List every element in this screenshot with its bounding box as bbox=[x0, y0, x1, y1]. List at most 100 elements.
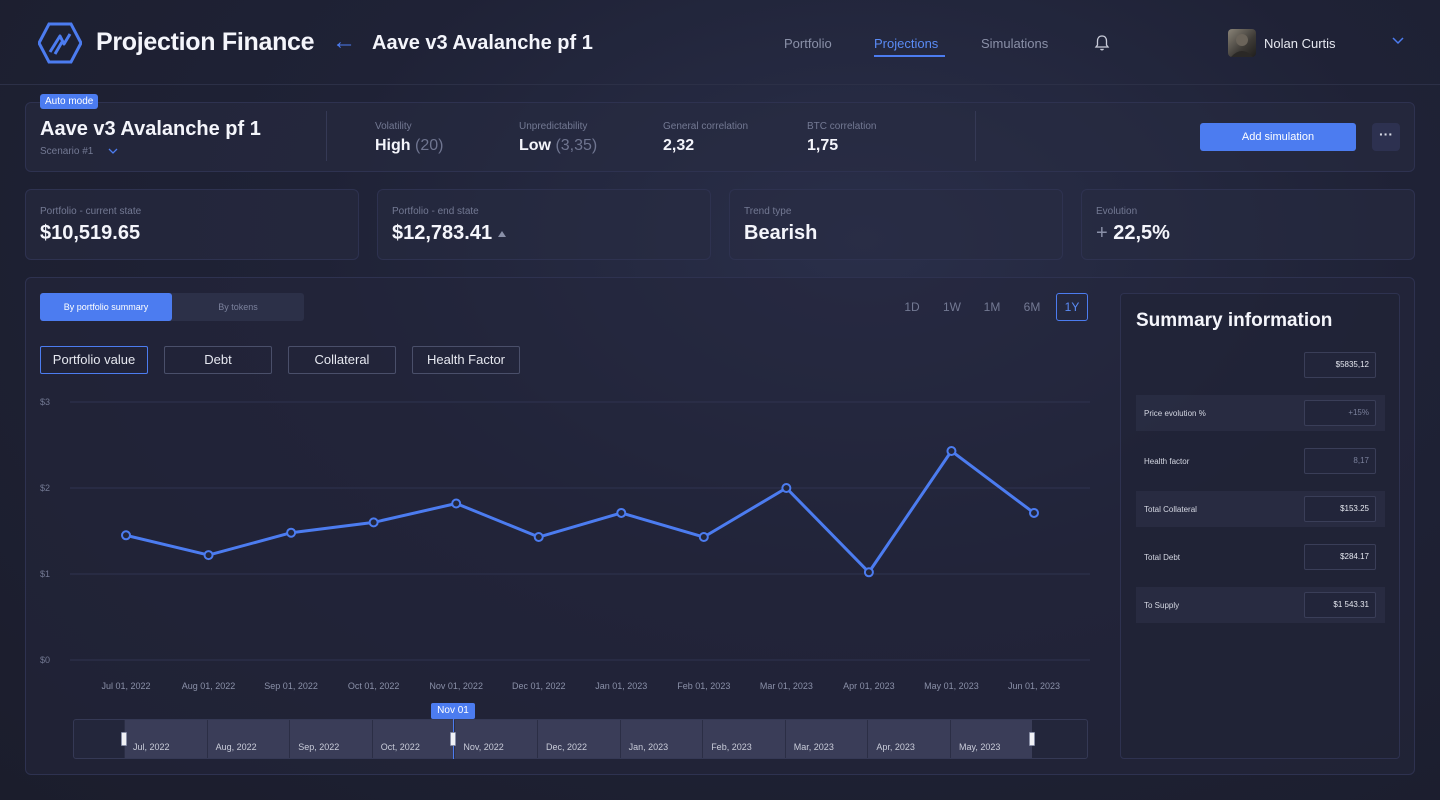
x-tick-label: Dec 01, 2022 bbox=[512, 681, 566, 691]
x-tick-label: May 01, 2023 bbox=[924, 681, 979, 691]
data-point[interactable] bbox=[1029, 507, 1039, 518]
metric-label: Unpredictability bbox=[519, 121, 588, 132]
chevron-down-icon[interactable] bbox=[108, 147, 118, 155]
chevron-down-icon[interactable] bbox=[1391, 36, 1405, 46]
stat-value: $12,783.41 bbox=[392, 222, 507, 245]
summary-row-label: Total Collateral bbox=[1144, 505, 1197, 514]
x-tick-label: Sep 01, 2022 bbox=[264, 681, 318, 691]
x-tick-label: Apr 01, 2023 bbox=[843, 681, 895, 691]
x-tick-label: Feb 01, 2023 bbox=[677, 681, 730, 691]
summary-row-value[interactable]: $153.25 bbox=[1304, 496, 1376, 522]
timeline-end-handle[interactable] bbox=[1029, 732, 1035, 746]
timeline-start-handle[interactable] bbox=[121, 732, 127, 746]
nav-projections[interactable]: Projections bbox=[874, 36, 938, 51]
portfolio-value-chart: $0 $1 $2 $3 Jul 01, 2022 Aug 01, 2022 Sep 01, … bbox=[40, 397, 1090, 691]
timeline-month-segment[interactable] bbox=[454, 720, 537, 758]
data-point[interactable] bbox=[616, 507, 627, 518]
timeline-month-label: Aug, 2022 bbox=[215, 742, 257, 752]
avatar[interactable] bbox=[1228, 29, 1256, 57]
timeline-month-segment[interactable] bbox=[702, 720, 785, 758]
x-tick-label: Aug 01, 2022 bbox=[182, 681, 236, 691]
scenario-selector[interactable]: Scenario #1 bbox=[40, 146, 93, 157]
volatility-value: High (20) bbox=[375, 137, 444, 154]
general-correlation-value: 2,32 bbox=[663, 137, 695, 154]
add-simulation-button[interactable]: Add simulation bbox=[1200, 123, 1356, 151]
data-point[interactable] bbox=[533, 532, 544, 543]
x-tick-label: Jul 01, 2022 bbox=[101, 681, 150, 691]
bell-icon[interactable] bbox=[1094, 34, 1110, 52]
page-title: Aave v3 Avalanche pf 1 bbox=[372, 32, 593, 54]
filter-health-factor[interactable]: Health Factor bbox=[412, 346, 520, 374]
data-point[interactable] bbox=[451, 498, 462, 509]
nav-simulations[interactable]: Simulations bbox=[981, 36, 1048, 51]
timeline-month-label: Apr, 2023 bbox=[876, 742, 915, 752]
x-tick-label: Mar 01, 2023 bbox=[760, 681, 813, 691]
by-portfolio-summary-toggle[interactable]: By portfolio summary bbox=[40, 293, 172, 321]
range-6m-button[interactable]: 6M bbox=[1016, 293, 1048, 321]
filter-debt[interactable]: Debt bbox=[164, 346, 272, 374]
summary-row-value[interactable]: $1 543.31 bbox=[1304, 592, 1376, 618]
timeline-month-segment[interactable] bbox=[867, 720, 950, 758]
timeline-month-label: May, 2023 bbox=[959, 742, 1001, 752]
brand-name: Projection Finance bbox=[96, 28, 315, 56]
range-1y-button[interactable]: 1Y bbox=[1056, 293, 1088, 321]
data-point[interactable] bbox=[286, 527, 297, 538]
y-tick-label: $1 bbox=[40, 569, 50, 579]
auto-mode-badge: Auto mode bbox=[40, 94, 99, 109]
timeline-month-label: Sep, 2022 bbox=[298, 742, 340, 752]
summary-row-value[interactable]: $284.17 bbox=[1304, 544, 1376, 570]
timeline-month-segment[interactable] bbox=[289, 720, 372, 758]
back-arrow-icon[interactable]: ← bbox=[332, 30, 356, 54]
data-point[interactable] bbox=[121, 530, 131, 541]
range-1d-button[interactable]: 1D bbox=[896, 293, 928, 321]
data-point[interactable] bbox=[368, 517, 379, 528]
timeline-month-segment[interactable] bbox=[371, 720, 455, 758]
nav-active-underline bbox=[874, 55, 945, 57]
nav-portfolio[interactable]: Portfolio bbox=[784, 36, 832, 51]
data-point[interactable] bbox=[946, 446, 957, 457]
more-options-button[interactable]: ··· bbox=[1372, 123, 1400, 151]
timeline-month-segment[interactable] bbox=[206, 720, 290, 758]
y-tick-label: $2 bbox=[40, 483, 50, 493]
x-tick-label: Nov 01, 2022 bbox=[429, 681, 483, 691]
x-tick-label: Oct 01, 2022 bbox=[348, 681, 400, 691]
stat-label: Portfolio - current state bbox=[40, 206, 142, 217]
by-tokens-toggle[interactable]: By tokens bbox=[172, 293, 304, 321]
unpredictability-value: Low (3,35) bbox=[519, 137, 598, 154]
timeline-month-label: Oct, 2022 bbox=[380, 742, 420, 752]
summary-row-label: Health factor bbox=[1144, 457, 1190, 466]
summary-row-value[interactable]: +15% bbox=[1304, 400, 1376, 426]
timeline-month-segment[interactable] bbox=[950, 720, 1033, 758]
stat-label: Evolution bbox=[1096, 206, 1138, 217]
y-tick-label: $3 bbox=[40, 397, 50, 407]
timeline-cursor-handle[interactable] bbox=[450, 732, 456, 746]
timeline-month-segment[interactable] bbox=[537, 720, 620, 758]
data-point[interactable] bbox=[863, 567, 874, 578]
timeline-month-segment[interactable] bbox=[784, 720, 868, 758]
range-1m-button[interactable]: 1M bbox=[976, 293, 1008, 321]
series-line bbox=[125, 449, 1035, 574]
summary-row-value[interactable]: 8,17 bbox=[1304, 448, 1376, 474]
data-point[interactable] bbox=[781, 483, 792, 493]
timeline-month-segment[interactable] bbox=[124, 720, 207, 758]
data-point[interactable] bbox=[698, 532, 709, 543]
user-name[interactable]: Nolan Curtis bbox=[1264, 36, 1336, 51]
metric-label: General correlation bbox=[663, 121, 749, 132]
stat-label: Portfolio - end state bbox=[392, 206, 479, 217]
stat-label: Trend type bbox=[744, 206, 792, 217]
range-1w-button[interactable]: 1W bbox=[936, 293, 968, 321]
y-tick-label: $0 bbox=[40, 655, 50, 665]
summary-row-label: To Supply bbox=[1144, 601, 1180, 610]
summary-row-value[interactable]: $5835,12 bbox=[1304, 352, 1376, 378]
summary-row-label: Total Debt bbox=[1144, 553, 1181, 562]
x-tick-label: Jun 01, 2023 bbox=[1008, 681, 1060, 691]
filter-collateral[interactable]: Collateral bbox=[288, 346, 396, 374]
x-tick-label: Jan 01, 2023 bbox=[595, 681, 647, 691]
filter-portfolio-value[interactable]: Portfolio value bbox=[40, 346, 148, 374]
timeline-month-label: Jan, 2023 bbox=[628, 742, 669, 752]
logo-icon bbox=[38, 22, 82, 64]
stat-value: Bearish bbox=[744, 222, 818, 244]
data-point[interactable] bbox=[203, 550, 214, 561]
metric-label: Volatility bbox=[375, 121, 412, 132]
timeline-month-segment[interactable] bbox=[619, 720, 703, 758]
